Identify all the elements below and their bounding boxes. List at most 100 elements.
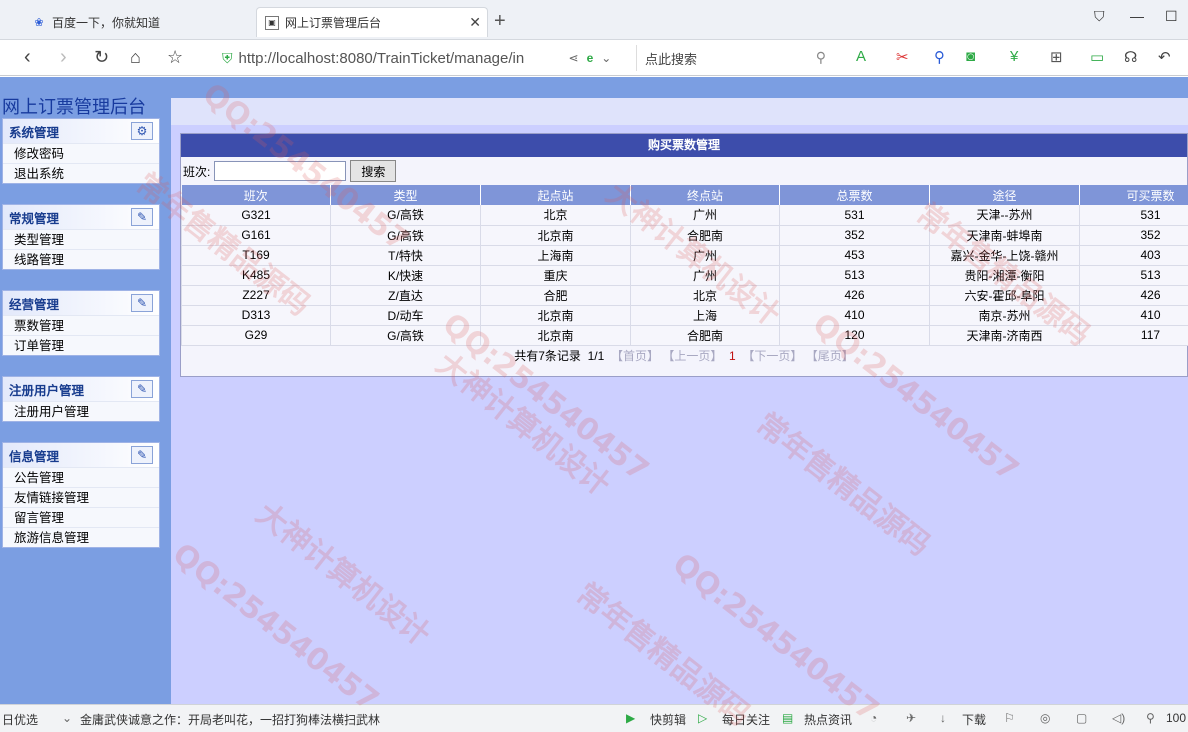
browser-tab-baidu[interactable]: ❀ 百度一下，你就知道 (24, 7, 250, 37)
cell-end: 合肥南 (630, 225, 780, 246)
next-page-link[interactable]: 【下一页】 (742, 349, 802, 363)
apps-icon[interactable]: ⊞ (1050, 48, 1063, 66)
search-row: 班次: 搜索 (181, 157, 1187, 185)
magnifier-icon[interactable]: ⚲ (934, 48, 945, 66)
main-content: 购买票数管理 班次: 搜索 班次 类型 起点站 终点站 总票数 途径 可买票数 … (171, 98, 1188, 704)
menu-item-logout[interactable]: 退出系统 (3, 163, 159, 183)
new-tab-icon[interactable]: + (494, 10, 506, 33)
table-row[interactable]: Z227 Z/直达 合肥 北京 426 六安-霍邱-阜阳 426 (181, 285, 1188, 306)
table-row[interactable]: G161 G/高铁 北京南 合肥南 352 天津南-蚌埠南 352 (181, 225, 1188, 246)
browser-status-bar: 日优选 ⌄ 金庸武侠诚意之作：开局老叫花，一招打狗棒法横扫武林 ▶ 快剪辑 ▷ … (0, 704, 1188, 732)
back-icon[interactable]: ‹ (24, 46, 31, 68)
table-row[interactable]: K485 K/快速 重庆 广州 513 贵阳-湘潭-衡阳 513 (181, 265, 1188, 286)
menu-header[interactable]: 经营管理 ✎ (3, 291, 159, 315)
search-icon[interactable]: ⚲ (816, 49, 826, 66)
browser-tab-active[interactable]: ▣ 网上订票管理后台 ✕ (256, 7, 488, 37)
prev-page-link[interactable]: 【上一页】 (662, 349, 722, 363)
zoom-level[interactable]: 100 (1166, 711, 1186, 725)
game-icon[interactable]: ◙ (966, 48, 975, 65)
chevron-down-icon[interactable]: ⌄ (601, 51, 611, 65)
col-total: 总票数 (779, 185, 930, 205)
close-tab-icon[interactable]: ✕ (469, 14, 481, 31)
cell-start: 北京 (480, 205, 631, 226)
refresh-icon[interactable]: ↻ (94, 46, 109, 68)
table-row[interactable]: G29 G/高铁 北京南 合肥南 120 天津南-济南西 117 (181, 325, 1188, 346)
cell-type: G/高铁 (330, 325, 481, 346)
cell-train: K485 (181, 265, 331, 286)
menu-item-type[interactable]: 类型管理 (3, 229, 159, 249)
share-icon[interactable]: ⋖ (569, 51, 579, 65)
chevron-down-icon[interactable]: ⌄ (62, 711, 72, 725)
speed-icon[interactable]: ◔ (870, 711, 877, 725)
battery-icon[interactable]: ▭ (1090, 48, 1104, 66)
minimize-icon[interactable]: — (1130, 8, 1144, 24)
col-train: 班次 (181, 185, 331, 205)
volume-icon[interactable]: ◁) (1112, 711, 1125, 725)
search-button[interactable]: 搜索 (350, 160, 397, 182)
menu-item-orders[interactable]: 订单管理 (3, 335, 159, 355)
menu-item-messages[interactable]: 留言管理 (3, 507, 159, 527)
menu-header[interactable]: 信息管理 ✎ (3, 443, 159, 467)
page-indicator: 1/1 (587, 348, 605, 363)
cell-start: 上海南 (480, 245, 631, 266)
table-row[interactable]: T169 T/特快 上海南 广州 453 嘉兴-金华-上饶-赣州 403 (181, 245, 1188, 266)
headphones-icon[interactable]: ☊ (1124, 48, 1137, 66)
first-page-link[interactable]: 【首页】 (611, 349, 659, 363)
ticket-table: 班次 类型 起点站 终点站 总票数 途径 可买票数 G321 G/高铁 北京 广 (181, 185, 1188, 346)
cell-available: 531 (1079, 205, 1188, 226)
menu-users: 注册用户管理 ✎ 注册用户管理 (2, 376, 160, 422)
cell-type: D/动车 (330, 305, 481, 326)
status-item-clip[interactable]: 快剪辑 (650, 711, 686, 728)
translate-icon[interactable]: A (856, 48, 866, 65)
window-icon[interactable]: ▢ (1076, 711, 1087, 725)
pin-icon[interactable]: ✈ (906, 711, 916, 725)
menu-title: 注册用户管理 (9, 383, 85, 398)
cut-icon[interactable]: ✂ (896, 48, 909, 66)
play-icon: ▷ (698, 711, 708, 725)
menu-header[interactable]: 常规管理 ✎ (3, 205, 159, 229)
menu-item-tickets[interactable]: 票数管理 (3, 315, 159, 335)
url-field[interactable]: ⛨ http://localhost:8080/TrainTicket/mana… (222, 45, 630, 71)
menu-system: 系统管理 ⚙ 修改密码 退出系统 (2, 118, 160, 184)
menu-item-route[interactable]: 线路管理 (3, 249, 159, 269)
maximize-icon[interactable]: ☐ (1165, 8, 1178, 25)
status-item-daily[interactable]: 每日关注 (722, 711, 770, 728)
ie-icon[interactable]: e (587, 51, 594, 65)
record-count: 共有7条记录 (514, 348, 581, 363)
search-box[interactable]: 点此搜索 ⚲ (636, 45, 832, 71)
news-ticker[interactable]: 金庸武侠诚意之作：开局老叫花，一招打狗棒法横扫武林 (80, 711, 380, 728)
cell-total: 352 (779, 225, 930, 246)
cell-via: 贵阳-湘潭-衡阳 (929, 265, 1080, 286)
ie-mode-icon[interactable]: ◎ (1040, 711, 1050, 725)
home-icon[interactable]: ⌂ (130, 46, 141, 68)
menu-item-change-password[interactable]: 修改密码 (3, 143, 159, 163)
menu-header[interactable]: 系统管理 ⚙ (3, 119, 159, 143)
table-row[interactable]: D313 D/动车 北京南 上海 410 南京-苏州 410 (181, 305, 1188, 326)
cell-train: D313 (181, 305, 331, 326)
flag-icon[interactable]: ⚐ (1004, 711, 1015, 725)
edit-icon: ✎ (131, 294, 153, 312)
shield-icon: ⛨ (222, 49, 233, 66)
last-page-link[interactable]: 【尾页】 (806, 349, 854, 363)
star-icon[interactable]: ☆ (167, 46, 183, 68)
undo-icon[interactable]: ↶ (1158, 48, 1171, 66)
menu-item-registered-users[interactable]: 注册用户管理 (3, 401, 159, 421)
edit-icon: ✎ (131, 380, 153, 398)
status-left-text[interactable]: 日优选 (2, 711, 38, 728)
skin-icon[interactable]: ⛉ (1094, 8, 1105, 25)
cell-total: 531 (779, 205, 930, 226)
menu-item-notices[interactable]: 公告管理 (3, 467, 159, 487)
cell-train: G321 (181, 205, 331, 226)
menu-header[interactable]: 注册用户管理 ✎ (3, 377, 159, 401)
status-item-hot[interactable]: 热点资讯 (804, 711, 852, 728)
cell-end: 合肥南 (630, 325, 780, 346)
forward-icon[interactable]: › (60, 46, 67, 68)
yen-icon[interactable]: ¥ (1010, 48, 1018, 65)
table-row[interactable]: G321 G/高铁 北京 广州 531 天津--苏州 531 (181, 205, 1188, 226)
cell-train: Z227 (181, 285, 331, 306)
menu-item-links[interactable]: 友情链接管理 (3, 487, 159, 507)
menu-item-travel-info[interactable]: 旅游信息管理 (3, 527, 159, 547)
status-item-download[interactable]: 下载 (962, 711, 986, 728)
train-search-input[interactable] (214, 161, 347, 181)
cell-start: 北京南 (480, 305, 631, 326)
